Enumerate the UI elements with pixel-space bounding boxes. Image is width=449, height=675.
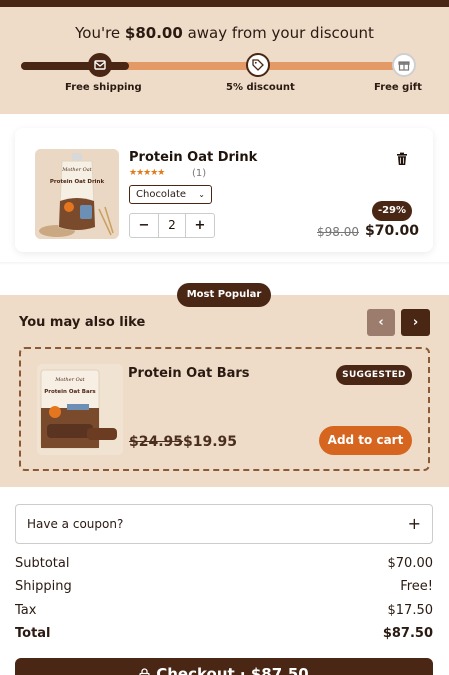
suggested-sale-price: $19.95 bbox=[183, 434, 238, 450]
envelope-icon bbox=[94, 60, 106, 70]
drink-pouch-illustration: Mother Oat Protein Oat Drink bbox=[35, 149, 119, 239]
lock-icon bbox=[139, 668, 150, 675]
cart-item-card: Mother Oat Protein Oat Drink Protein Oat… bbox=[15, 128, 433, 252]
gift-icon bbox=[398, 61, 410, 71]
quantity-stepper: − 2 + bbox=[129, 213, 215, 238]
oat-bars-box-illustration: Mother Oat Protein Oat Bars bbox=[37, 364, 123, 455]
rating-stars: ★★★★★ bbox=[129, 168, 165, 178]
suggested-product-card: Mother Oat Protein Oat Bars Protein Oat … bbox=[19, 347, 430, 471]
original-price: $98.00 bbox=[317, 225, 359, 239]
checkout-button[interactable]: Checkout · $87.50 bbox=[15, 658, 433, 675]
progress-fill bbox=[21, 62, 129, 70]
rating-count: (1) bbox=[192, 168, 207, 179]
product-name[interactable]: Protein Oat Drink bbox=[129, 150, 257, 165]
carousel-prev-button[interactable]: ‹ bbox=[367, 309, 395, 336]
suggested-product-name[interactable]: Protein Oat Bars bbox=[128, 366, 250, 381]
upsell-title: You may also like bbox=[19, 315, 146, 330]
svg-text:Mother Oat: Mother Oat bbox=[54, 377, 85, 383]
subtotal-value: $70.00 bbox=[387, 556, 434, 571]
tax-value: $17.50 bbox=[387, 603, 434, 618]
total-label: Total bbox=[15, 626, 51, 641]
tax-row: Tax $17.50 bbox=[15, 603, 433, 623]
shipping-row: Shipping Free! bbox=[15, 579, 433, 599]
shipping-value: Free! bbox=[400, 579, 433, 594]
suggested-original-price: $24.95 bbox=[129, 434, 184, 450]
svg-text:Protein Oat Drink: Protein Oat Drink bbox=[50, 179, 105, 185]
milestone-label-free-gift: Free gift bbox=[374, 82, 422, 93]
top-strip bbox=[0, 0, 449, 7]
tax-label: Tax bbox=[15, 603, 37, 618]
shipping-label: Shipping bbox=[15, 579, 72, 594]
total-value: $87.50 bbox=[382, 626, 433, 641]
subtotal-label: Subtotal bbox=[15, 556, 70, 571]
variant-select[interactable]: Chocolate ⌄ bbox=[129, 185, 212, 204]
chevron-down-icon: ⌄ bbox=[198, 190, 205, 199]
svg-text:Protein Oat Bars: Protein Oat Bars bbox=[44, 389, 96, 395]
trash-icon[interactable] bbox=[395, 152, 409, 166]
milestone-free-gift bbox=[392, 53, 416, 77]
coupon-label: Have a coupon? bbox=[27, 517, 124, 531]
plus-icon: + bbox=[407, 514, 421, 533]
coupon-toggle[interactable]: Have a coupon? + bbox=[15, 504, 433, 544]
milestone-free-shipping bbox=[88, 53, 112, 77]
discount-progress-banner: You're $80.00 away from your discount Fr… bbox=[0, 7, 449, 114]
product-image: Mother Oat Protein Oat Drink bbox=[35, 149, 119, 239]
svg-text:Mother Oat: Mother Oat bbox=[61, 167, 92, 173]
quantity-value[interactable]: 2 bbox=[158, 214, 186, 237]
milestone-label-discount: 5% discount bbox=[226, 82, 295, 93]
milestone-discount bbox=[246, 53, 270, 77]
most-popular-pill: Most Popular bbox=[177, 283, 271, 307]
banner-title: You're $80.00 away from your discount bbox=[75, 24, 374, 42]
checkout-label: Checkout · $87.50 bbox=[156, 665, 309, 675]
milestone-label-free-shipping: Free shipping bbox=[65, 82, 142, 93]
progress-track bbox=[21, 62, 406, 70]
add-to-cart-button[interactable]: Add to cart bbox=[319, 426, 412, 455]
suggested-product-image: Mother Oat Protein Oat Bars bbox=[37, 364, 123, 455]
variant-value: Chocolate bbox=[136, 189, 187, 200]
decrease-quantity-button[interactable]: − bbox=[130, 214, 158, 237]
amount-remaining: $80.00 bbox=[124, 24, 183, 42]
total-row: Total $87.50 bbox=[15, 626, 433, 646]
section-divider bbox=[0, 262, 449, 265]
tag-icon bbox=[252, 59, 264, 71]
sale-price: $70.00 bbox=[365, 223, 420, 239]
discount-badge: -29% bbox=[372, 201, 412, 221]
increase-quantity-button[interactable]: + bbox=[186, 214, 214, 237]
carousel-next-button[interactable]: › bbox=[401, 309, 430, 336]
subtotal-row: Subtotal $70.00 bbox=[15, 556, 433, 576]
suggested-badge: SUGGESTED bbox=[336, 365, 412, 385]
